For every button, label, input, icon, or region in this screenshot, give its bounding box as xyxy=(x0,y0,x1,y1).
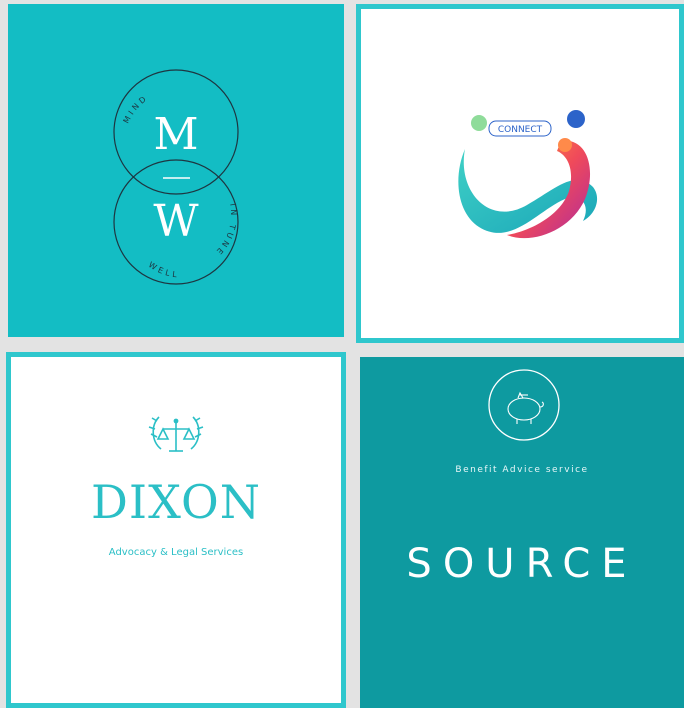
mw-letter-m: M xyxy=(153,109,198,160)
connect-person-head-middle xyxy=(558,138,572,152)
logo-tile-mw[interactable]: M W MIND IN TUNE WELL xyxy=(8,4,344,337)
source-tagline: Benefit Advice service xyxy=(455,465,589,475)
connect-logo: CONNECT xyxy=(458,110,598,239)
logo-tile-dixon[interactable]: DIXON Advocacy & Legal Services xyxy=(6,352,346,708)
mw-ring-text-bottom: WELL xyxy=(147,260,180,280)
mw-letter-w: W xyxy=(153,196,199,247)
mw-ring-text-top: MIND xyxy=(122,93,151,125)
dixon-subtitle: Advocacy & Legal Services xyxy=(108,547,244,558)
connect-person-head-left xyxy=(471,115,487,131)
piggy-bank-icon xyxy=(488,369,560,441)
dixon-name: DIXON xyxy=(91,475,261,529)
source-name: SOURCE xyxy=(406,541,638,587)
mw-ring-text-right: IN TUNE xyxy=(213,203,238,258)
scales-of-justice-icon xyxy=(148,416,204,452)
connect-person-head-right xyxy=(567,110,585,128)
logo-tile-connect[interactable]: CONNECT xyxy=(356,4,684,343)
logo-tile-source[interactable]: Benefit Advice service SOURCE xyxy=(360,357,684,708)
mw-logo: M W MIND IN TUNE WELL xyxy=(113,69,239,285)
connect-badge-text: CONNECT xyxy=(498,125,543,135)
